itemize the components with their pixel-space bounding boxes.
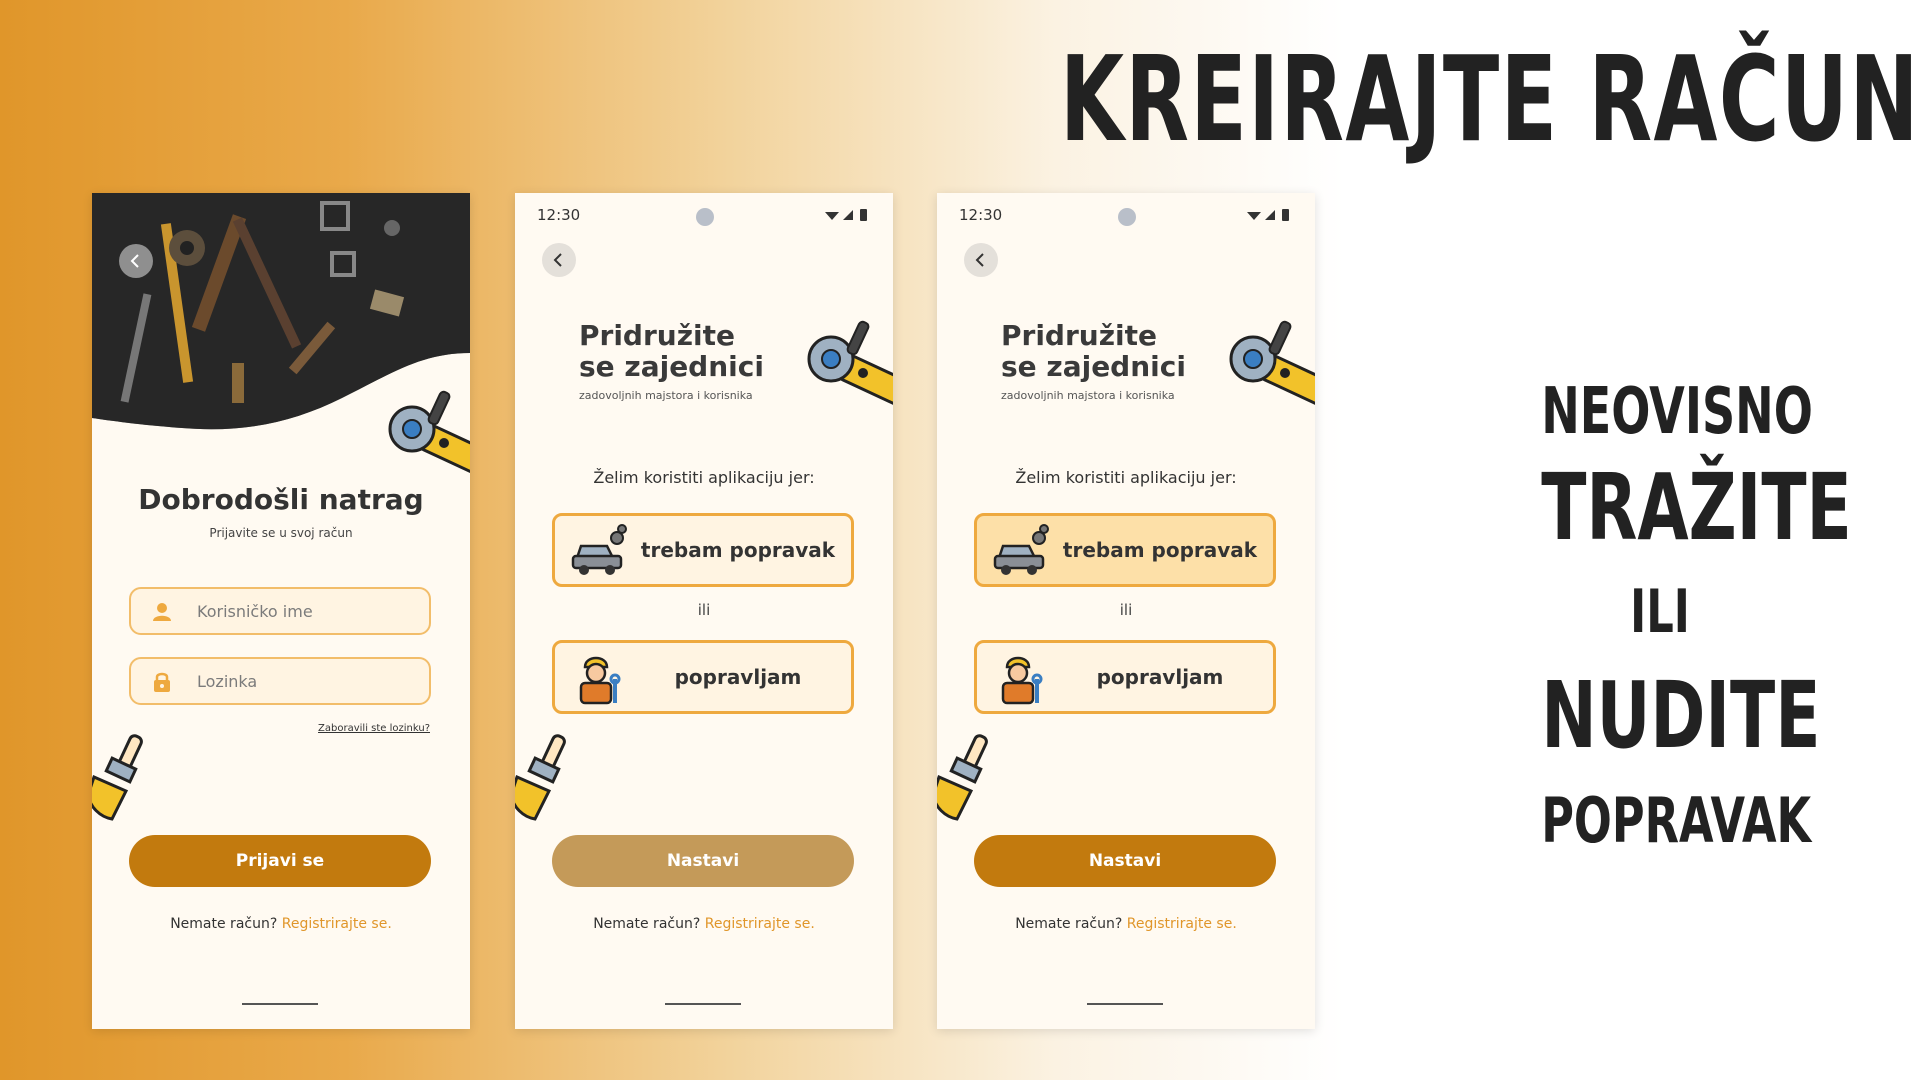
paint-brush-icon — [937, 734, 988, 821]
broken-car-icon — [993, 524, 1049, 575]
broken-car-icon — [571, 524, 627, 575]
home-indicator[interactable] — [1087, 1003, 1163, 1005]
option-do-repairs-label: popravljam — [1096, 665, 1224, 689]
tagline-neovisno: NEOVISNO — [1541, 375, 1813, 449]
repairman-icon — [1001, 656, 1043, 705]
user-icon — [153, 603, 171, 621]
usage-question: Želim koristiti aplikaciju jer: — [593, 468, 815, 487]
join-screen-unselected: 12:30 Pridružite se zajednici zadovoljni… — [515, 193, 893, 1029]
continue-button[interactable]: Nastavi — [974, 835, 1276, 887]
status-time: 12:30 — [537, 206, 581, 224]
home-indicator[interactable] — [242, 1003, 318, 1005]
paint-brush-icon — [92, 734, 143, 821]
home-indicator[interactable] — [665, 1003, 741, 1005]
option-need-repair-label: trebam popravak — [1062, 538, 1258, 562]
angle-grinder-icon — [388, 390, 470, 477]
status-bar: 12:30 — [515, 193, 893, 233]
register-prompt: Nemate račun? Registrirajte se. — [515, 916, 893, 932]
status-time: 12:30 — [959, 206, 1003, 224]
camera-dot — [696, 208, 714, 226]
chevron-left-icon — [975, 253, 984, 267]
usage-question: Želim koristiti aplikaciju jer: — [1015, 468, 1237, 487]
wifi-icon — [825, 212, 839, 220]
register-prompt: Nemate račun? Registrirajte se. — [92, 916, 470, 932]
register-prompt: Nemate račun? Registrirajte se. — [937, 916, 1315, 932]
tagline-ili: ILI — [1630, 577, 1690, 647]
username-field[interactable]: Korisničko ime — [129, 587, 431, 635]
register-link[interactable]: Registrirajte se. — [705, 916, 815, 932]
continue-button-disabled[interactable]: Nastavi — [552, 835, 854, 887]
camera-dot — [1118, 208, 1136, 226]
login-button[interactable]: Prijavi se — [129, 835, 431, 887]
join-title-line1: Pridružite — [579, 319, 735, 352]
back-button[interactable] — [119, 244, 153, 278]
join-subtitle: zadovoljnih majstora i korisnika — [1001, 389, 1175, 402]
register-link[interactable]: Registrirajte se. — [282, 916, 392, 932]
option-do-repairs[interactable]: popravljam — [974, 640, 1276, 714]
no-account-text: Nemate račun? — [170, 916, 278, 932]
join-title: Pridružite se zajednici — [1001, 320, 1186, 382]
signal-icon — [1265, 210, 1275, 220]
join-screen-selected: 12:30 Pridružite se zajednici zadovoljni… — [937, 193, 1315, 1029]
chevron-left-icon — [553, 253, 562, 267]
option-do-repairs-label: popravljam — [674, 665, 802, 689]
repairman-icon — [579, 656, 621, 705]
join-subtitle: zadovoljnih majstora i korisnika — [579, 389, 753, 402]
tagline-popravak: POPRAVAK — [1541, 784, 1812, 857]
password-field[interactable]: Lozinka — [129, 657, 431, 705]
join-title-line2: se zajednici — [1001, 350, 1186, 383]
signal-icon — [843, 210, 853, 220]
login-title: Dobrodošli natrag — [138, 483, 424, 516]
option-need-repair-label: trebam popravak — [640, 538, 836, 562]
join-title-line2: se zajednici — [579, 350, 764, 383]
option-do-repairs[interactable]: popravljam — [552, 640, 854, 714]
or-text: ili — [1119, 601, 1133, 619]
angle-grinder-icon — [807, 320, 893, 407]
login-subtitle: Prijavite se u svoj račun — [209, 526, 353, 540]
join-title-line1: Pridružite — [1001, 319, 1157, 352]
option-need-repair-selected[interactable]: trebam popravak — [974, 513, 1276, 587]
status-icons — [1247, 209, 1289, 221]
wifi-icon — [1247, 212, 1261, 220]
tagline-nudite: NUDITE — [1541, 662, 1821, 769]
password-placeholder: Lozinka — [197, 672, 258, 691]
no-account-text: Nemate račun? — [1015, 916, 1123, 932]
register-link[interactable]: Registrirajte se. — [1127, 916, 1237, 932]
tagline-trazite: TRAŽITE — [1541, 454, 1852, 561]
login-screen: Dobrodošli natrag Prijavite se u svoj ra… — [92, 193, 470, 1029]
option-need-repair[interactable]: trebam popravak — [552, 513, 854, 587]
status-icons — [825, 209, 867, 221]
lock-icon — [154, 672, 170, 692]
join-title: Pridružite se zajednici — [579, 320, 764, 382]
battery-icon — [860, 209, 867, 221]
side-tagline: NEOVISNO TRAŽITE ILI NUDITE POPRAVAK — [1495, 375, 1852, 857]
paint-brush-icon — [515, 734, 566, 821]
no-account-text: Nemate račun? — [593, 916, 701, 932]
back-button[interactable] — [964, 243, 998, 277]
status-bar: 12:30 — [937, 193, 1315, 233]
angle-grinder-icon — [1229, 320, 1315, 407]
chevron-left-icon — [130, 254, 139, 268]
battery-icon — [1282, 209, 1289, 221]
username-placeholder: Korisničko ime — [197, 602, 313, 621]
forgot-password-link[interactable]: Zaboravili ste lozinku? — [318, 723, 430, 734]
back-button[interactable] — [542, 243, 576, 277]
headline: KREIRAJTE RAČUN — [1060, 30, 1920, 168]
or-text: ili — [697, 601, 711, 619]
